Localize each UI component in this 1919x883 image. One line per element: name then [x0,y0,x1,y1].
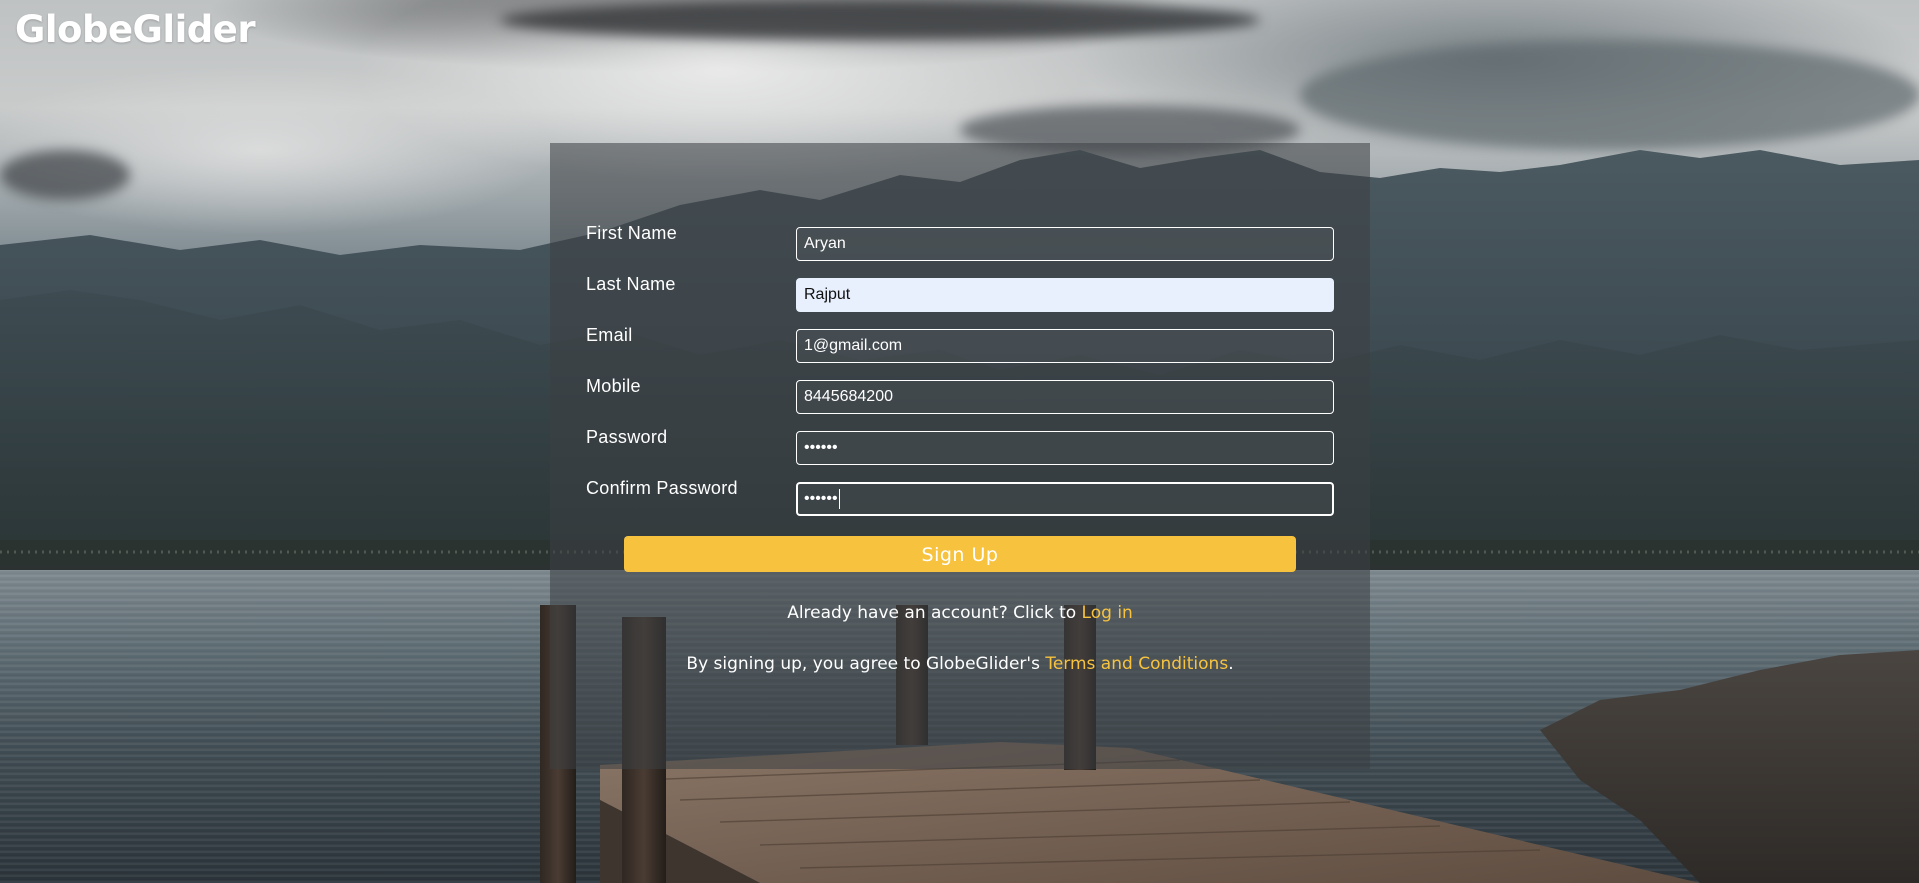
email-label: Email [586,325,633,345]
first-name-field[interactable]: Aryan [796,227,1334,261]
confirm-password-field[interactable]: •••••• [796,482,1334,516]
terms-note-text: By signing up, you agree to GlobeGlider'… [686,654,1046,674]
login-note-text: Already have an account? Click to [787,603,1082,623]
password-row: Password •••••• [586,427,1334,467]
password-label: Password [586,427,668,447]
terms-and-conditions-link[interactable]: Terms and Conditions [1045,654,1228,674]
brand-logo[interactable]: GlobeGlider [15,8,256,51]
signup-panel: First Name Aryan Last Name Rajput Email … [550,143,1370,769]
last-name-field[interactable]: Rajput [796,278,1334,312]
confirm-password-label: Confirm Password [586,478,738,498]
login-note: Already have an account? Click to Log in [550,603,1370,623]
confirm-password-value: •••••• [804,490,838,507]
confirm-password-row: Confirm Password •••••• [586,478,1334,518]
terms-note-suffix: . [1228,654,1234,674]
first-name-row: First Name Aryan [586,223,1334,263]
terms-note: By signing up, you agree to GlobeGlider'… [550,654,1370,674]
last-name-label: Last Name [586,274,676,294]
last-name-row: Last Name Rajput [586,274,1334,314]
password-field[interactable]: •••••• [796,431,1334,465]
email-field[interactable]: 1@gmail.com [796,329,1334,363]
mobile-field[interactable]: 8445684200 [796,380,1334,414]
text-caret [838,488,840,509]
mobile-row: Mobile 8445684200 [586,376,1334,416]
first-name-label: First Name [586,223,678,243]
email-row: Email 1@gmail.com [586,325,1334,365]
sign-up-button[interactable]: Sign Up [624,536,1296,572]
mobile-label: Mobile [586,376,641,396]
log-in-link[interactable]: Log in [1082,603,1133,623]
